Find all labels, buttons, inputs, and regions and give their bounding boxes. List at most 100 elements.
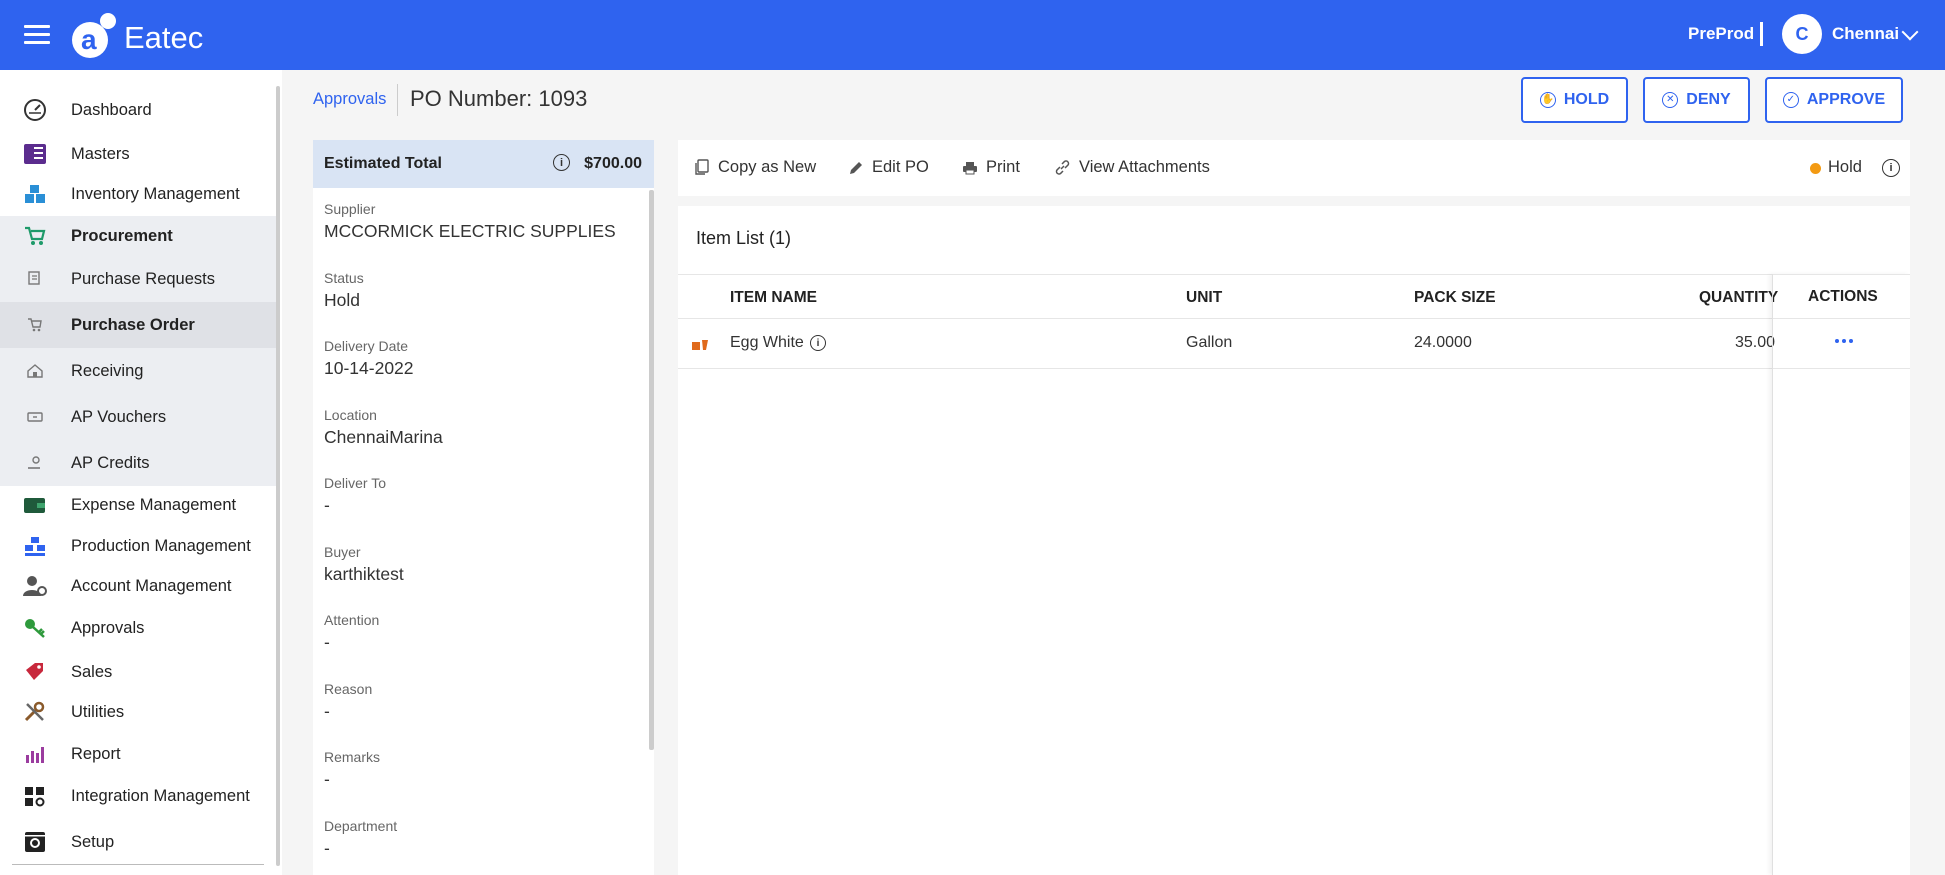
item-pack-size: 24.0000 [1414, 334, 1472, 351]
print-button[interactable]: Print [962, 158, 1020, 177]
approve-button-label: APPROVE [1806, 91, 1886, 108]
field-value: - [324, 838, 330, 858]
sidebar-item-label: Integration Management [71, 786, 250, 805]
sidebar-item-label: Account Management [71, 576, 232, 595]
field-label: Status [324, 270, 364, 286]
chevron-down-icon[interactable] [1901, 23, 1919, 41]
column-header-unit[interactable]: UNIT [1186, 289, 1222, 307]
sidebar-item-integration[interactable]: Integration Management [0, 776, 276, 816]
masters-icon [22, 141, 48, 167]
expense-icon [22, 492, 48, 518]
edit-po-button[interactable]: Edit PO [848, 158, 929, 177]
hold-icon: ✋ [1539, 92, 1556, 108]
breadcrumb-approvals[interactable]: Approvals [313, 90, 386, 109]
row-actions-more-icon[interactable] [1835, 339, 1853, 343]
copy-as-new-button[interactable]: Copy as New [694, 158, 816, 177]
field-value: - [324, 701, 330, 721]
view-attachments-button[interactable]: View Attachments [1054, 158, 1210, 177]
deny-button[interactable]: ✕ DENY [1643, 77, 1750, 123]
integration-icon [22, 783, 48, 809]
sidebar-item-label: Sales [71, 662, 113, 681]
field-label: Attention [324, 612, 380, 628]
hamburger-menu-icon[interactable] [24, 25, 50, 45]
sidebar-item-purchase-requests[interactable]: Purchase Requests [0, 256, 276, 302]
sidebar-item-label: AP Credits [71, 453, 150, 472]
hold-button-label: HOLD [1563, 91, 1610, 108]
sidebar-item-label: Utilities [71, 702, 125, 721]
info-icon[interactable]: i [553, 154, 570, 171]
field-remarks: Remarks - [324, 749, 380, 790]
top-header: Eatec PreProd C Chennai [0, 0, 1945, 70]
sidebar-item-approvals[interactable]: Approvals [0, 608, 276, 648]
item-unit: Gallon [1186, 334, 1233, 351]
setup-icon [22, 829, 48, 855]
ap-vouchers-icon [22, 404, 48, 430]
sidebar-item-setup[interactable]: Setup [0, 822, 276, 862]
field-status: Status Hold [324, 270, 364, 311]
sidebar-item-label: Inventory Management [71, 184, 240, 203]
sidebar-item-masters[interactable]: Masters [0, 134, 276, 174]
sidebar-item-dashboard[interactable]: Dashboard [0, 90, 276, 130]
link-icon [1055, 160, 1070, 175]
item-quantity: 35.00 [1735, 334, 1776, 351]
field-value: - [324, 632, 330, 652]
brand-name: Eatec [124, 20, 204, 55]
sidebar: Dashboard Masters Inventory Management P… [0, 70, 282, 875]
hold-button[interactable]: ✋ HOLD [1521, 77, 1628, 123]
report-chart-icon [22, 741, 48, 767]
table-row[interactable]: Egg White i Gallon 24.0000 35.00 [678, 319, 1910, 369]
ap-credits-icon [22, 450, 48, 476]
copy-icon [695, 159, 709, 175]
sidebar-item-receiving[interactable]: Receiving [0, 348, 276, 394]
sidebar-item-procurement[interactable]: Procurement [0, 216, 276, 256]
field-reason: Reason - [324, 681, 372, 722]
view-attachments-label: View Attachments [1079, 158, 1210, 176]
info-icon[interactable]: i [810, 335, 826, 351]
sidebar-item-ap-credits[interactable]: AP Credits [0, 440, 276, 486]
field-value: - [324, 769, 330, 789]
procurement-icon [22, 223, 48, 249]
field-label: Department [324, 818, 398, 834]
sidebar-divider [12, 864, 264, 865]
sidebar-item-label: Procurement [71, 226, 173, 245]
item-list-title: Item List (1) [696, 228, 792, 248]
status-dot [1810, 163, 1821, 174]
sidebar-item-account[interactable]: Account Management [0, 566, 276, 606]
item-type-icon [692, 340, 708, 350]
sidebar-item-ap-vouchers[interactable]: AP Vouchers [0, 394, 276, 440]
sidebar-scrollbar[interactable] [276, 86, 280, 866]
sidebar-item-report[interactable]: Report [0, 734, 276, 774]
approve-button[interactable]: ✓ APPROVE [1765, 77, 1903, 123]
sidebar-item-inventory[interactable]: Inventory Management [0, 174, 276, 214]
sidebar-item-utilities[interactable]: Utilities [0, 692, 276, 732]
environment-label: PreProd [1688, 24, 1755, 43]
field-value: ChennaiMarina [324, 427, 443, 447]
sidebar-item-expense[interactable]: Expense Management [0, 485, 276, 525]
column-header-pack-size[interactable]: PACK SIZE [1414, 289, 1496, 307]
field-label: Deliver To [324, 475, 386, 491]
field-value: - [324, 495, 330, 515]
field-delivery-date: Delivery Date 10-14-2022 [324, 338, 414, 379]
eatec-logo[interactable]: Eatec [72, 12, 204, 58]
sidebar-item-sales[interactable]: Sales [0, 652, 276, 692]
header-divider [1760, 22, 1763, 46]
breadcrumb-divider [397, 84, 398, 116]
utilities-tools-icon [22, 699, 48, 725]
sidebar-item-label: Dashboard [71, 100, 152, 119]
inventory-icon [22, 181, 48, 207]
column-header-item-name[interactable]: ITEM NAME [730, 289, 817, 307]
account-icon [22, 573, 48, 599]
field-label: Delivery Date [324, 338, 409, 354]
actions-column: ACTIONS [1772, 274, 1910, 875]
sidebar-item-production[interactable]: Production Management [0, 526, 276, 566]
sidebar-item-label: Receiving [71, 361, 144, 380]
info-icon[interactable]: i [1882, 159, 1900, 177]
column-header-quantity[interactable]: QUANTITY [1699, 289, 1778, 307]
item-name[interactable]: Egg White [730, 334, 804, 352]
sidebar-item-purchase-order[interactable]: Purchase Order [0, 302, 276, 348]
user-name[interactable]: Chennai [1832, 24, 1899, 44]
summary-scrollbar[interactable] [649, 190, 654, 750]
sidebar-item-label: Setup [71, 832, 115, 851]
user-avatar[interactable]: C [1782, 14, 1822, 54]
field-deliver-to: Deliver To - [324, 475, 386, 516]
